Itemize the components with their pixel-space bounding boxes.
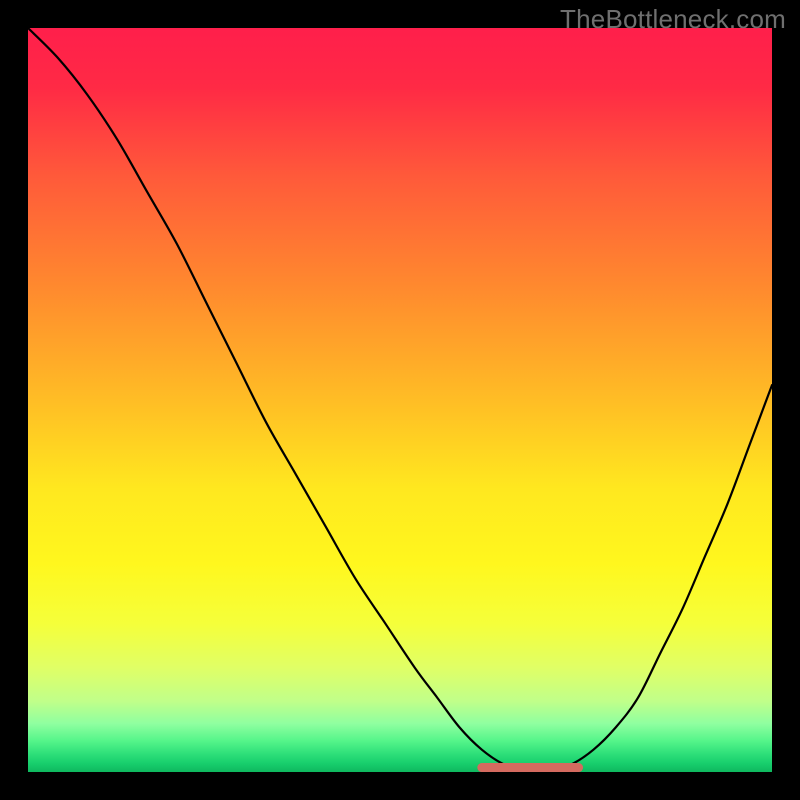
chart-svg [28,28,772,772]
chart-frame: TheBottleneck.com [0,0,800,800]
plot-area [28,28,772,772]
gradient-background [28,28,772,772]
watermark-text: TheBottleneck.com [560,4,786,35]
